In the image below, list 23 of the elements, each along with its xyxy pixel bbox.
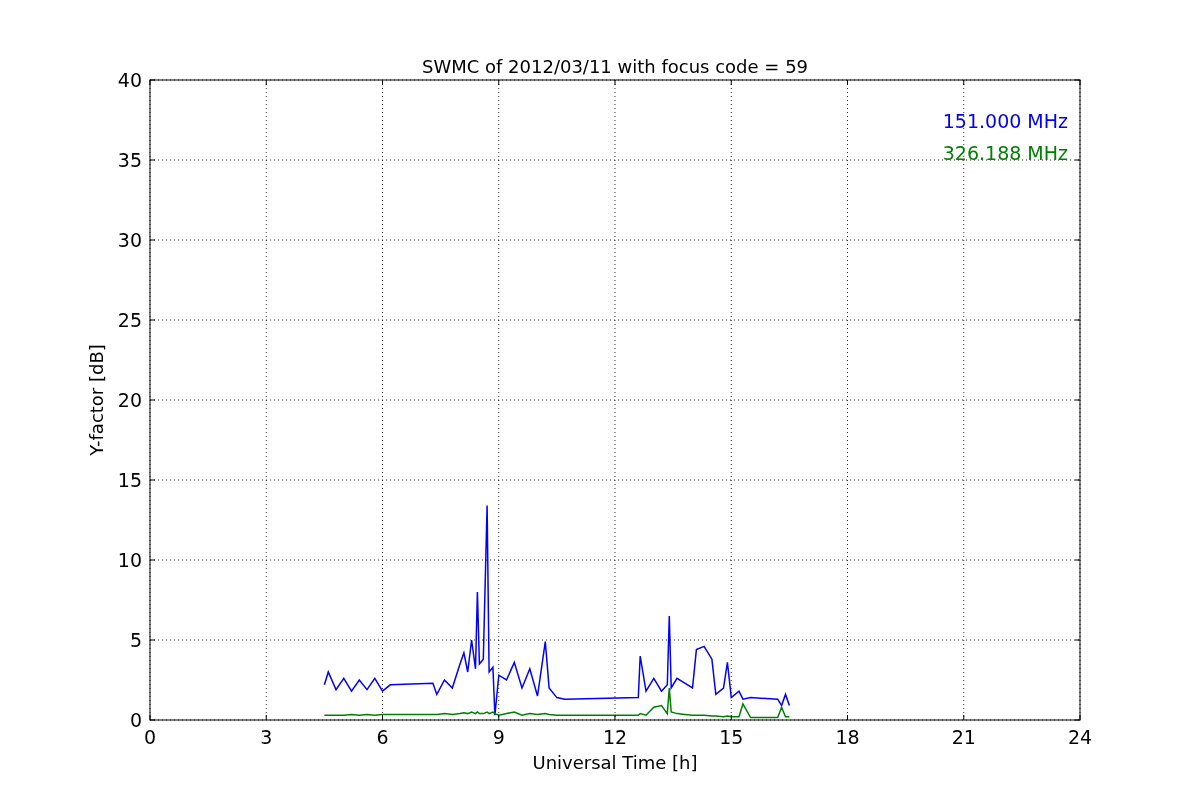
legend-label: 151.000 MHz: [942, 110, 1068, 132]
x-tick-label: 0: [143, 726, 157, 748]
y-tick-label: 20: [117, 389, 142, 411]
y-tick-label: 10: [117, 549, 142, 571]
y-tick-label: 35: [117, 149, 142, 171]
x-tick-label: 12: [602, 726, 628, 748]
x-axis-label: Universal Time [h]: [532, 752, 698, 773]
x-tick-label: 18: [835, 726, 860, 748]
y-tick-label: 0: [129, 709, 142, 731]
x-tick-label: 9: [492, 726, 505, 748]
y-tick-label: 40: [117, 69, 142, 91]
y-tick-label: 15: [117, 469, 142, 491]
y-tick-label: 25: [117, 309, 142, 331]
x-tick-label: 6: [376, 726, 389, 748]
y-tick-label: 5: [129, 629, 142, 651]
y-tick-label: 30: [117, 229, 142, 251]
legend-label: 326.188 MHz: [942, 142, 1068, 164]
x-tick-label: 24: [1067, 726, 1093, 748]
x-tick-label: 15: [719, 726, 744, 748]
y-axis-label: Y-factor [dB]: [86, 344, 107, 456]
chart-title: SWMC of 2012/03/11 with focus code = 59: [421, 56, 809, 77]
x-tick-label: 3: [260, 726, 273, 748]
x-tick-label: 21: [951, 726, 976, 748]
